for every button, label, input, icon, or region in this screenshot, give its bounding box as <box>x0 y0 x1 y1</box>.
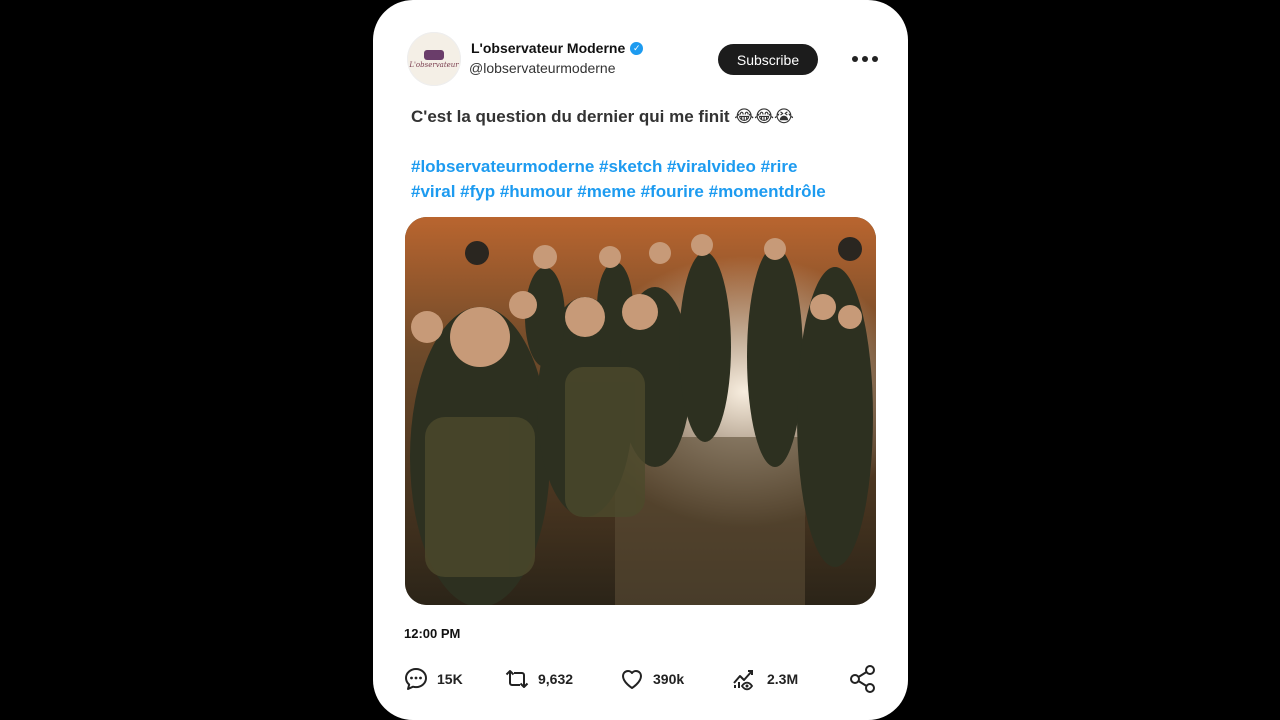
reply-button[interactable]: 15K <box>403 662 463 696</box>
post-hashtags: #lobservateurmoderne #sketch #viralvideo… <box>411 154 881 204</box>
reply-count: 15K <box>437 671 463 687</box>
user-handle[interactable]: @lobservateurmoderne <box>469 60 616 76</box>
post-header: L'observateur L'observateur Moderne ✓ @l… <box>403 30 880 90</box>
more-dot <box>872 56 878 62</box>
display-name[interactable]: L'observateur Moderne <box>471 40 625 56</box>
more-dot <box>852 56 858 62</box>
repost-button[interactable]: 9,632 <box>504 662 573 696</box>
heart-icon <box>622 670 642 689</box>
more-dot <box>862 56 868 62</box>
share-icon <box>850 665 875 693</box>
like-count: 390k <box>653 671 685 687</box>
subscribe-button[interactable]: Subscribe <box>718 44 818 75</box>
avatar[interactable]: L'observateur <box>407 32 461 86</box>
more-dots-icon[interactable] <box>852 52 878 66</box>
name-row: L'observateur Moderne ✓ <box>471 40 644 56</box>
analytics-icon <box>733 670 754 691</box>
post-video[interactable] <box>405 217 876 605</box>
post-text: C'est la question du dernier qui me fini… <box>411 107 794 126</box>
verified-badge-icon: ✓ <box>630 41 644 55</box>
hashtags-line[interactable]: #lobservateurmoderne #sketch #viralvideo… <box>411 154 881 179</box>
video-frame-image <box>405 217 876 605</box>
like-button[interactable]: 390k <box>619 662 684 696</box>
views-button[interactable]: 2.3M <box>731 662 798 696</box>
hashtags-line[interactable]: #viral #fyp #humour #meme #fourire #mome… <box>411 179 881 204</box>
logo-mark-icon <box>424 49 444 60</box>
repost-icon <box>505 670 529 688</box>
comment-icon <box>405 668 427 690</box>
views-count: 2.3M <box>767 671 799 687</box>
action-bar: 15K 9,632 390k 2.3M <box>403 662 878 696</box>
repost-count: 9,632 <box>538 671 574 687</box>
share-button[interactable] <box>848 662 878 696</box>
avatar-logo-text: L'observateur <box>409 60 459 69</box>
post-timestamp: 12:00 PM <box>404 626 461 641</box>
post-card: L'observateur L'observateur Moderne ✓ @l… <box>373 0 908 720</box>
